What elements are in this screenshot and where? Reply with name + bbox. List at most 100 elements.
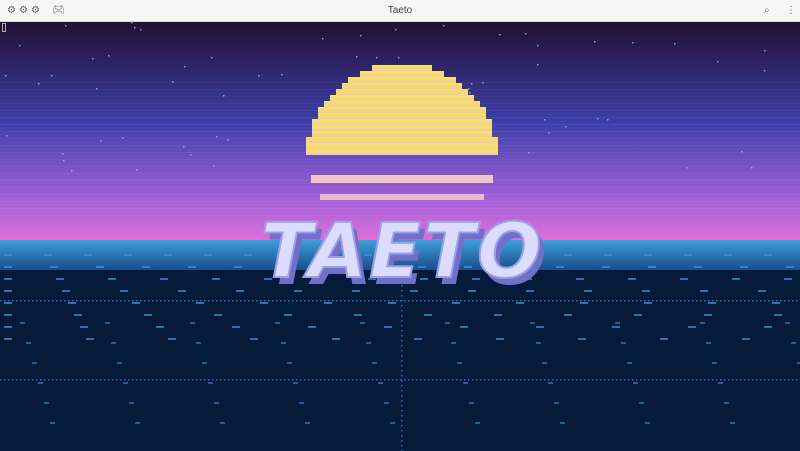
grid-dot <box>275 322 280 324</box>
grid-dot <box>196 342 201 344</box>
grid-dot <box>214 402 219 404</box>
grid-line-dot <box>296 379 298 381</box>
grid-line-dot <box>564 300 566 302</box>
grid-line-dot <box>244 379 246 381</box>
grid-line-dot <box>172 300 174 302</box>
grid-dot <box>648 266 656 268</box>
grid-line-dot <box>604 300 606 302</box>
grid-line-dot <box>108 379 110 381</box>
grid-line-dot <box>0 379 2 381</box>
grid-center-dot <box>401 325 403 327</box>
grid-line-dot <box>588 379 590 381</box>
grid-line-dot <box>788 300 790 302</box>
grid-dot <box>475 422 480 424</box>
grid-dot <box>117 362 122 364</box>
grid-line-dot <box>728 379 730 381</box>
grid-line-dot <box>228 379 230 381</box>
grid-line-dot <box>732 300 734 302</box>
grid-dot <box>354 314 362 316</box>
grid-line-dot <box>524 379 526 381</box>
grid-center-dot <box>401 340 403 342</box>
sun-slice <box>312 119 492 125</box>
grid-dot <box>105 322 110 324</box>
grid-line-dot <box>240 379 242 381</box>
grid-line-dot <box>220 379 222 381</box>
grid-dot <box>160 278 168 280</box>
grid-dot <box>84 254 92 256</box>
grid-line-dot <box>84 379 86 381</box>
grid-line-dot <box>36 300 38 302</box>
grid-line-dot <box>100 379 102 381</box>
grid-line-dot <box>92 300 94 302</box>
sun-slice <box>306 137 498 143</box>
grid-dot <box>390 422 395 424</box>
grid-dot <box>281 342 286 344</box>
grid-line-dot <box>600 300 602 302</box>
grid-line-dot <box>192 379 194 381</box>
star <box>122 137 124 139</box>
grid-line-dot <box>96 300 98 302</box>
grid-line-dot <box>140 300 142 302</box>
star <box>764 50 766 52</box>
grid-line-dot <box>212 379 214 381</box>
grid-dot <box>4 302 12 304</box>
grid-dot <box>660 338 668 340</box>
grid-line-dot <box>648 300 650 302</box>
grid-line-dot <box>232 300 234 302</box>
grid-line-dot <box>68 300 70 302</box>
grid-line-dot <box>356 379 358 381</box>
grid-line-dot <box>564 379 566 381</box>
grid-center-dot <box>401 445 403 447</box>
grid-line-dot <box>248 300 250 302</box>
grid-center-dot <box>401 335 403 337</box>
grid-line-dot <box>88 300 90 302</box>
star <box>395 29 397 31</box>
grid-dot <box>580 302 588 304</box>
grid-line-dot <box>560 379 562 381</box>
grid-line-dot <box>520 379 522 381</box>
grid-dot <box>44 402 49 404</box>
star <box>741 151 743 153</box>
grid-line-dot <box>496 379 498 381</box>
star <box>471 83 473 85</box>
grid-line-dot <box>612 300 614 302</box>
grid-line-dot <box>136 379 138 381</box>
grid-line-dot <box>540 379 542 381</box>
grid-line-dot <box>300 379 302 381</box>
grid-line-dot <box>580 379 582 381</box>
grid-line-dot <box>28 379 30 381</box>
search-icon[interactable]: ⌕ <box>764 0 770 22</box>
grid-center-dot <box>401 315 403 317</box>
grid-line-dot <box>796 379 798 381</box>
grid-dot <box>494 314 502 316</box>
grid-line-dot <box>600 379 602 381</box>
grid-line-dot <box>620 300 622 302</box>
grid-line-dot <box>688 300 690 302</box>
grid-center-dot <box>401 380 403 382</box>
more-vertical-icon[interactable]: ⋮ <box>786 0 796 22</box>
grid-dot <box>236 290 244 292</box>
grid-line-dot <box>204 300 206 302</box>
grid-center-dot <box>401 355 403 357</box>
grid-line-dot <box>740 300 742 302</box>
grid-line-dot <box>652 300 654 302</box>
grid-dot <box>724 402 729 404</box>
grid-dot <box>332 338 340 340</box>
grid-line-dot <box>148 300 150 302</box>
grid-line-dot <box>340 379 342 381</box>
grid-line-dot <box>744 379 746 381</box>
game-logo: TAETO TAETO <box>259 205 546 302</box>
grid-dot <box>129 402 134 404</box>
grid-line-dot <box>668 300 670 302</box>
grid-dot <box>38 382 43 384</box>
grid-dot <box>469 402 474 404</box>
grid-line-dot <box>568 379 570 381</box>
grid-center-dot <box>401 385 403 387</box>
grid-line-dot <box>180 300 182 302</box>
game-canvas[interactable]: TAETO TAETO <box>0 22 800 451</box>
grid-line-dot <box>4 300 6 302</box>
star <box>607 119 609 121</box>
grid-dot <box>584 290 592 292</box>
grid-line-dot <box>136 300 138 302</box>
grid-dot <box>564 254 572 256</box>
